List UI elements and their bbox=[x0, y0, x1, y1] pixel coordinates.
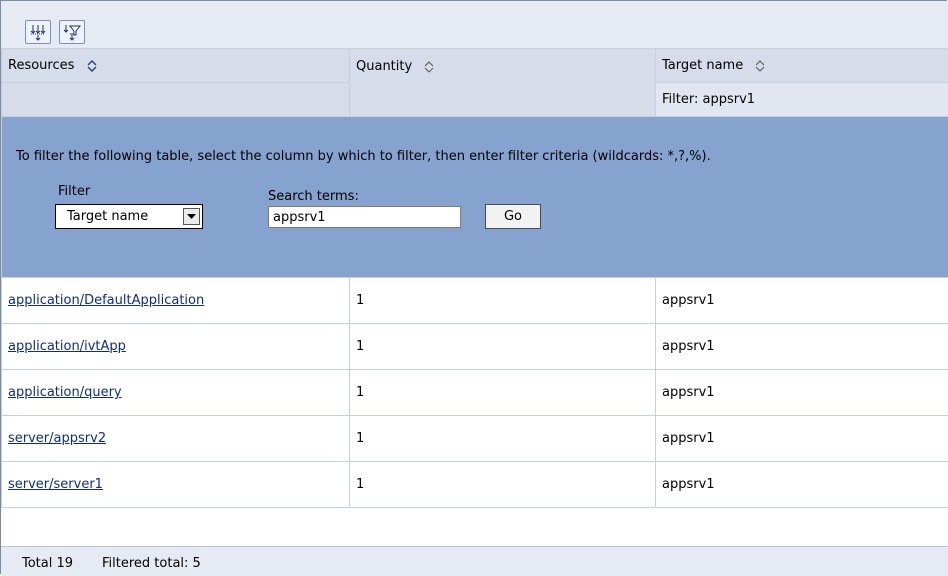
filter-icon bbox=[63, 23, 81, 41]
resource-link[interactable]: server/appsrv2 bbox=[8, 431, 106, 446]
search-terms-label: Search terms: bbox=[268, 189, 359, 204]
table-row: application/query 1 appsrv1 bbox=[2, 370, 948, 416]
sort-icon[interactable] bbox=[87, 59, 97, 73]
column-header-label: Target name bbox=[662, 58, 743, 73]
target-cell: appsrv1 bbox=[656, 278, 948, 324]
resource-link[interactable]: application/query bbox=[8, 385, 122, 400]
quantity-cell: 1 bbox=[350, 416, 656, 462]
column-header-target-name[interactable]: Target name bbox=[656, 49, 948, 83]
sort-icon[interactable] bbox=[424, 60, 434, 74]
target-cell: appsrv1 bbox=[656, 324, 948, 370]
table-header-row: Resources Quantity Target name bbox=[2, 49, 948, 83]
total-count: Total 19 bbox=[22, 556, 73, 571]
resource-cell: application/query bbox=[2, 370, 350, 416]
filter-label: Filter bbox=[58, 184, 90, 199]
table-row: application/ivtApp 1 appsrv1 bbox=[2, 324, 948, 370]
quantity-cell: 1 bbox=[350, 278, 656, 324]
resource-cell: application/DefaultApplication bbox=[2, 278, 350, 324]
filter-panel-row: To filter the following table, select th… bbox=[2, 117, 948, 278]
table-row: server/server1 1 appsrv1 bbox=[2, 462, 948, 508]
quantity-cell: 1 bbox=[350, 324, 656, 370]
select-all-button[interactable] bbox=[25, 20, 51, 44]
filter-instructions: To filter the following table, select th… bbox=[16, 148, 916, 165]
resource-link[interactable]: application/DefaultApplication bbox=[8, 293, 204, 308]
table-row: server/appsrv2 1 appsrv1 bbox=[2, 416, 948, 462]
resources-filter-cell bbox=[2, 83, 350, 117]
search-terms-input[interactable] bbox=[268, 206, 461, 228]
table-row: application/DefaultApplication 1 appsrv1 bbox=[2, 278, 948, 324]
filter-column-select[interactable]: Target name bbox=[55, 204, 203, 229]
column-header-quantity[interactable]: Quantity bbox=[350, 49, 656, 117]
dropdown-button[interactable] bbox=[183, 208, 200, 225]
target-name-filter-status: Filter: appsrv1 bbox=[656, 83, 948, 117]
filter-button[interactable] bbox=[59, 20, 85, 44]
chevron-down-icon bbox=[187, 214, 196, 220]
column-header-label: Quantity bbox=[356, 59, 412, 74]
filtered-total-count: Filtered total: 5 bbox=[102, 556, 201, 571]
filter-panel: To filter the following table, select th… bbox=[2, 117, 948, 278]
filter-column-value: Target name bbox=[67, 209, 148, 224]
quantity-cell: 1 bbox=[350, 370, 656, 416]
target-cell: appsrv1 bbox=[656, 370, 948, 416]
resource-link[interactable]: application/ivtApp bbox=[8, 339, 126, 354]
target-cell: appsrv1 bbox=[656, 462, 948, 508]
go-button[interactable]: Go bbox=[485, 204, 541, 229]
select-all-icon bbox=[29, 23, 47, 41]
table-toolbar bbox=[1, 1, 948, 48]
target-cell: appsrv1 bbox=[656, 416, 948, 462]
table-footer: Total 19 Filtered total: 5 bbox=[1, 546, 948, 576]
resource-link[interactable]: server/server1 bbox=[8, 477, 103, 492]
resource-cell: server/server1 bbox=[2, 462, 350, 508]
column-header-label: Resources bbox=[8, 58, 74, 73]
sort-icon[interactable] bbox=[755, 59, 765, 73]
resource-cell: application/ivtApp bbox=[2, 324, 350, 370]
resource-cell: server/appsrv2 bbox=[2, 416, 350, 462]
quantity-cell: 1 bbox=[350, 462, 656, 508]
resources-table: Resources Quantity Target name Filter: a… bbox=[1, 48, 948, 508]
column-header-resources[interactable]: Resources bbox=[2, 49, 350, 83]
